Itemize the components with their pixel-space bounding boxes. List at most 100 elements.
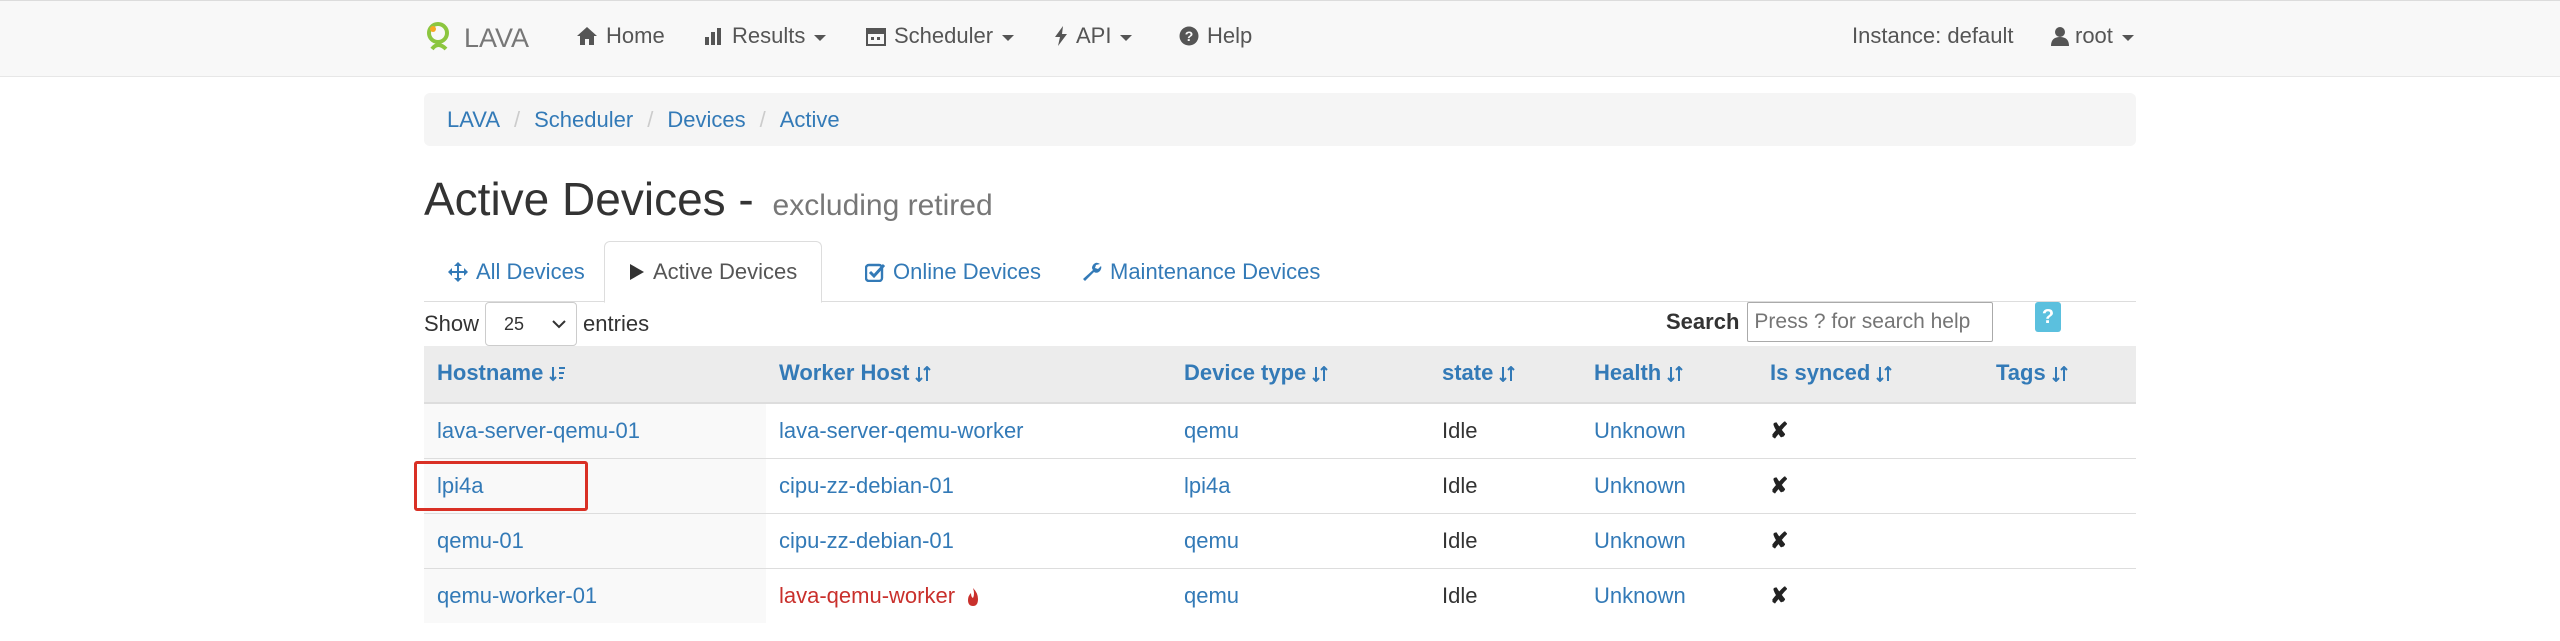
search-input[interactable]	[1747, 302, 1994, 342]
table-row: lava-server-qemu-01 lava-server-qemu-wor…	[424, 403, 2136, 458]
cell-health: Unknown	[1581, 403, 1757, 458]
cell-hostname: lpi4a	[424, 457, 766, 513]
cell-health: Unknown	[1581, 512, 1757, 568]
tab-all-devices-label: All Devices	[476, 258, 585, 284]
cell-tags	[1983, 403, 2136, 458]
page-size-select[interactable]: 25	[485, 302, 578, 346]
brand-logo[interactable]: LAVA	[424, 21, 529, 55]
page-length-control: Show 25 entries	[424, 302, 649, 346]
device-type-link[interactable]: qemu	[1184, 528, 1239, 553]
sort-icon	[2052, 362, 2068, 388]
tab-all-devices[interactable]: All Devices	[424, 241, 609, 302]
sort-icon	[1667, 362, 1683, 388]
sort-icon	[1499, 362, 1516, 388]
health-link[interactable]: Unknown	[1594, 418, 1686, 443]
nav-help-label: Help	[1207, 23, 1253, 48]
hostname-link[interactable]: lpi4a	[437, 473, 483, 498]
sort-alpha-asc-icon	[549, 362, 567, 388]
breadcrumb-scheduler[interactable]: Scheduler	[534, 107, 633, 133]
hostname-link[interactable]: qemu-01	[437, 528, 524, 553]
column-header-worker-host[interactable]: Worker Host	[766, 346, 1171, 404]
cell-tags	[1983, 457, 2136, 513]
breadcrumb-separator: /	[647, 106, 654, 132]
fire-icon	[965, 587, 981, 607]
calendar-icon	[866, 26, 886, 46]
tab-online-devices[interactable]: Online Devices	[841, 241, 1065, 302]
tab-maintenance-devices[interactable]: Maintenance Devices	[1058, 241, 1344, 302]
cell-is-synced: ✘	[1757, 457, 1983, 513]
user-menu[interactable]: root	[2051, 23, 2134, 49]
cell-worker-host: lava-server-qemu-worker	[766, 403, 1171, 458]
cell-hostname: qemu-worker-01	[424, 567, 766, 623]
page-title-main: Active Devices -	[424, 173, 754, 225]
show-label: Show	[424, 311, 480, 336]
cell-device-type: lpi4a	[1171, 457, 1429, 513]
user-icon	[2051, 26, 2069, 46]
column-header-tags[interactable]: Tags	[1983, 346, 2136, 404]
cell-state: Idle	[1429, 457, 1581, 513]
nav-scheduler[interactable]: Scheduler	[866, 23, 1015, 49]
worker-host-link[interactable]: cipu-zz-debian-01	[779, 473, 954, 498]
not-synced-icon: ✘	[1770, 472, 1789, 498]
breadcrumb-devices[interactable]: Devices	[667, 107, 745, 133]
table-row: lpi4a cipu-zz-debian-01 lpi4a Idle Unkno…	[424, 457, 2136, 513]
nav-home[interactable]: Home	[576, 23, 665, 49]
cell-worker-host: cipu-zz-debian-01	[766, 512, 1171, 568]
home-icon	[576, 26, 598, 46]
breadcrumb-active[interactable]: Active	[780, 107, 840, 133]
tab-online-devices-label: Online Devices	[893, 258, 1041, 284]
cell-tags	[1983, 512, 2136, 568]
search-help-button[interactable]: ?	[2035, 302, 2061, 332]
column-header-hostname[interactable]: Hostname	[424, 346, 766, 404]
check-square-icon	[865, 262, 885, 282]
play-icon	[629, 263, 645, 281]
chevron-down-icon	[1120, 34, 1133, 41]
health-link[interactable]: Unknown	[1594, 583, 1686, 608]
nav-help[interactable]: ? Help	[1179, 23, 1252, 49]
hostname-link[interactable]: lava-server-qemu-01	[437, 418, 640, 443]
table-row: qemu-01 cipu-zz-debian-01 qemu Idle Unkn…	[424, 512, 2136, 568]
nav-api[interactable]: API	[1054, 23, 1133, 49]
entries-label: entries	[583, 311, 650, 336]
top-navbar: LAVA Home Results Scheduler API ? Help I…	[0, 0, 2560, 77]
question-circle-icon: ?	[1179, 26, 1199, 46]
column-header-is-synced[interactable]: Is synced	[1757, 346, 1983, 404]
hostname-link[interactable]: qemu-worker-01	[437, 583, 597, 608]
cell-state: Idle	[1429, 512, 1581, 568]
search-label: Search	[1666, 309, 1740, 334]
health-link[interactable]: Unknown	[1594, 528, 1686, 553]
breadcrumb-lava[interactable]: LAVA	[447, 107, 500, 133]
worker-host-link[interactable]: lava-server-qemu-worker	[779, 418, 1024, 443]
nav-results[interactable]: Results	[704, 23, 827, 49]
column-header-state[interactable]: state	[1429, 346, 1581, 404]
device-type-link[interactable]: qemu	[1184, 583, 1239, 608]
table-row: qemu-worker-01 lava-qemu-worker qemu Idl…	[424, 567, 2136, 623]
device-type-link[interactable]: lpi4a	[1184, 473, 1230, 498]
cell-hostname: qemu-01	[424, 512, 766, 568]
tab-maintenance-devices-label: Maintenance Devices	[1110, 258, 1321, 284]
chevron-down-icon	[2121, 34, 2134, 41]
tab-active-devices[interactable]: Active Devices	[604, 241, 823, 303]
table-header-row: Hostname Worker Host Device type state H…	[424, 346, 2136, 404]
column-header-health[interactable]: Health	[1581, 346, 1757, 404]
user-name: root	[2075, 23, 2113, 48]
not-synced-icon: ✘	[1770, 527, 1789, 553]
tab-active-devices-label: Active Devices	[653, 259, 798, 284]
worker-host-link[interactable]: lava-qemu-worker	[779, 583, 955, 608]
health-link[interactable]: Unknown	[1594, 473, 1686, 498]
page-title: Active Devices - excluding retired	[424, 172, 993, 226]
cell-tags	[1983, 567, 2136, 623]
not-synced-icon: ✘	[1770, 582, 1789, 608]
cell-device-type: qemu	[1171, 512, 1429, 568]
cell-is-synced: ✘	[1757, 512, 1983, 568]
cell-worker-host: lava-qemu-worker	[766, 567, 1171, 623]
nav-home-label: Home	[606, 23, 665, 48]
sort-icon	[1312, 362, 1329, 388]
devices-table: Hostname Worker Host Device type state H…	[424, 346, 2136, 623]
cell-health: Unknown	[1581, 567, 1757, 623]
worker-host-link[interactable]: cipu-zz-debian-01	[779, 528, 954, 553]
column-header-device-type[interactable]: Device type	[1171, 346, 1429, 404]
sort-icon	[1876, 362, 1892, 388]
device-type-link[interactable]: qemu	[1184, 418, 1239, 443]
lava-logo-icon	[427, 22, 449, 51]
